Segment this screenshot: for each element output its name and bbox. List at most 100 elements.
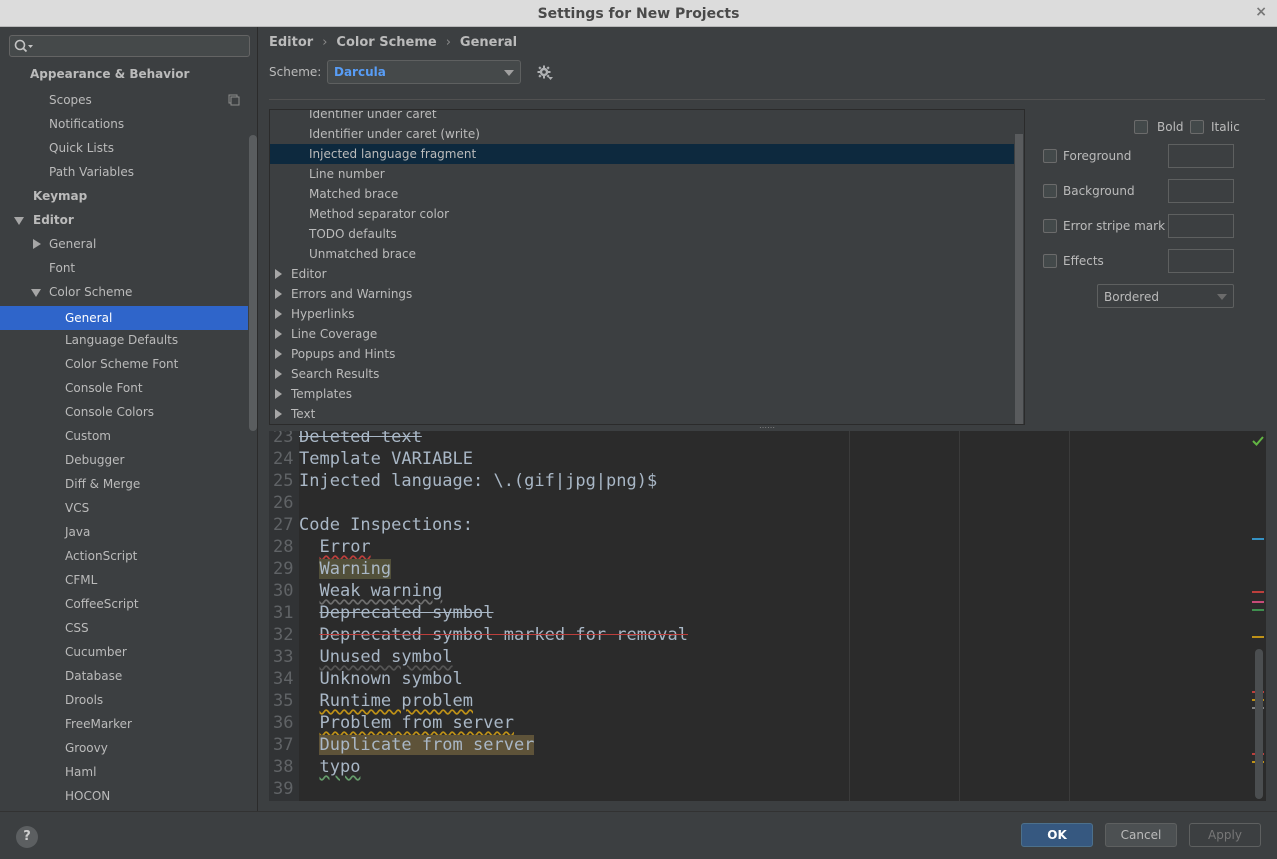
ok-button[interactable]: OK [1021,823,1093,847]
sidebar-item-scopes[interactable]: Scopes [0,88,248,112]
collapsed-arrow-icon[interactable] [275,349,282,359]
attr-item-identifier-under-caret[interactable]: Identifier under caret [270,110,1014,124]
gear-icon[interactable] [537,65,553,81]
sidebar-item-color-scheme-font[interactable]: Color Scheme Font [0,352,248,376]
sidebar-item-editor[interactable]: Editor [0,208,248,232]
attr-group-errors-warnings[interactable]: Errors and Warnings [270,284,1014,304]
foreground-color-swatch[interactable] [1168,144,1234,168]
attr-group-templates[interactable]: Templates [270,384,1014,404]
sidebar-item-notifications[interactable]: Notifications [0,112,248,136]
sidebar-item-console-font[interactable]: Console Font [0,376,248,400]
scheme-dropdown[interactable]: Darcula [327,60,521,84]
attribute-options: Bold Italic Foreground Background Error … [1034,109,1269,319]
attr-item-matched-brace[interactable]: Matched brace [270,184,1014,204]
attr-group-popups-hints[interactable]: Popups and Hints [270,344,1014,364]
attr-group-line-coverage[interactable]: Line Coverage [270,324,1014,344]
breadcrumb-separator: › [322,35,328,50]
sidebar-item-database[interactable]: Database [0,664,248,688]
sidebar-item-label: ActionScript [65,549,138,563]
sidebar-item-freemarker[interactable]: FreeMarker [0,712,248,736]
sidebar-item-drools[interactable]: Drools [0,688,248,712]
sidebar-item-actionscript[interactable]: ActionScript [0,544,248,568]
sidebar-item-cfml[interactable]: CFML [0,568,248,592]
dialog-footer: ? OK Cancel Apply [0,811,1277,859]
attr-group-search-results[interactable]: Search Results [270,364,1014,384]
error-stripe-checkbox[interactable] [1043,219,1057,233]
breadcrumb-item: Editor [269,35,314,50]
collapsed-arrow-icon[interactable] [275,389,282,399]
collapsed-arrow-icon[interactable] [275,289,282,299]
sidebar-item-debugger[interactable]: Debugger [0,448,248,472]
foreground-checkbox[interactable] [1043,149,1057,163]
sidebar-item-label: Notifications [49,117,125,131]
cancel-button[interactable]: Cancel [1105,823,1177,847]
code-line: 35 Runtime problem [269,690,1229,712]
close-icon[interactable]: × [1255,4,1267,20]
collapsed-arrow-icon[interactable] [275,309,282,319]
preview-editor[interactable]: 23 Deleted text 24 Template VARIABLE 25 Inj… [269,431,1266,801]
attr-item-method-separator-color[interactable]: Method separator color [270,204,1014,224]
stripe-mark[interactable] [1252,591,1264,593]
collapsed-arrow-icon[interactable] [275,409,282,419]
attributes-scrollbar[interactable] [1015,134,1023,424]
sidebar-item-css[interactable]: CSS [0,616,248,640]
sidebar-item-appearance-behavior[interactable]: Appearance & Behavior [0,62,248,86]
error-stripe[interactable] [1250,431,1266,801]
effects-type-dropdown[interactable]: Bordered [1097,284,1234,308]
error-stripe-color-swatch[interactable] [1168,214,1234,238]
stripe-mark[interactable] [1252,601,1264,603]
stripe-mark[interactable] [1252,636,1264,638]
sidebar-item-cucumber[interactable]: Cucumber [0,640,248,664]
sidebar-item-font[interactable]: Font [0,256,248,280]
attr-item-identifier-under-caret-write[interactable]: Identifier under caret (write) [270,124,1014,144]
sidebar-item-groovy[interactable]: Groovy [0,736,248,760]
code-line: 37 Duplicate from server [269,734,1229,756]
sidebar-item-language-defaults[interactable]: Language Defaults [0,328,248,352]
effects-color-swatch[interactable] [1168,249,1234,273]
help-icon[interactable]: ? [16,826,38,848]
collapsed-arrow-icon[interactable] [275,369,282,379]
sidebar-item-coffeescript[interactable]: CoffeeScript [0,592,248,616]
collapsed-arrow-icon[interactable] [275,269,282,279]
sidebar-item-color-scheme[interactable]: Color Scheme [0,280,248,304]
sidebar-item-color-scheme-general[interactable]: General [0,306,248,330]
sidebar-item-editor-general[interactable]: General [0,232,248,256]
italic-checkbox[interactable] [1190,120,1204,134]
sidebar-item-console-colors[interactable]: Console Colors [0,400,248,424]
background-color-swatch[interactable] [1168,179,1234,203]
effects-checkbox[interactable] [1043,254,1057,268]
attr-group-hyperlinks[interactable]: Hyperlinks [270,304,1014,324]
background-checkbox[interactable] [1043,184,1057,198]
sidebar-item-label: Font [49,261,76,275]
sidebar-item-haml[interactable]: Haml [0,760,248,784]
expanded-arrow-icon[interactable] [31,288,41,298]
bold-checkbox[interactable] [1134,120,1148,134]
attr-group-editor[interactable]: Editor [270,264,1014,284]
sidebar-item-diff-merge[interactable]: Diff & Merge [0,472,248,496]
sidebar-item-hocon[interactable]: HOCON [0,784,248,808]
sidebar-item-custom[interactable]: Custom [0,424,248,448]
preview-scrollbar[interactable] [1255,649,1263,799]
attr-item-todo-defaults[interactable]: TODO defaults [270,224,1014,244]
apply-button[interactable]: Apply [1189,823,1261,847]
sidebar-item-keymap[interactable]: Keymap [0,184,248,208]
stripe-mark[interactable] [1252,609,1264,611]
sidebar-item-vcs[interactable]: VCS [0,496,248,520]
sidebar-item-java[interactable]: Java [0,520,248,544]
sidebar-search-input[interactable] [9,35,250,57]
collapsed-arrow-icon[interactable] [275,329,282,339]
attr-group-text[interactable]: Text [270,404,1014,424]
code-line: 36 Problem from server [269,712,1229,734]
attr-item-line-number[interactable]: Line number [270,164,1014,184]
sidebar-item-quick-lists[interactable]: Quick Lists [0,136,248,160]
collapsed-arrow-icon[interactable] [32,239,42,249]
chevron-down-icon [504,70,514,76]
sidebar-scrollbar[interactable] [249,135,257,431]
stripe-mark[interactable] [1252,538,1264,540]
attr-item-injected-language-fragment[interactable]: Injected language fragment [270,144,1014,164]
expanded-arrow-icon[interactable] [14,216,24,226]
code-text: Runtime problem [319,691,474,711]
attributes-tree[interactable]: Identifier under caret Identifier under … [269,109,1025,425]
attr-item-unmatched-brace[interactable]: Unmatched brace [270,244,1014,264]
sidebar-item-path-variables[interactable]: Path Variables [0,160,248,184]
